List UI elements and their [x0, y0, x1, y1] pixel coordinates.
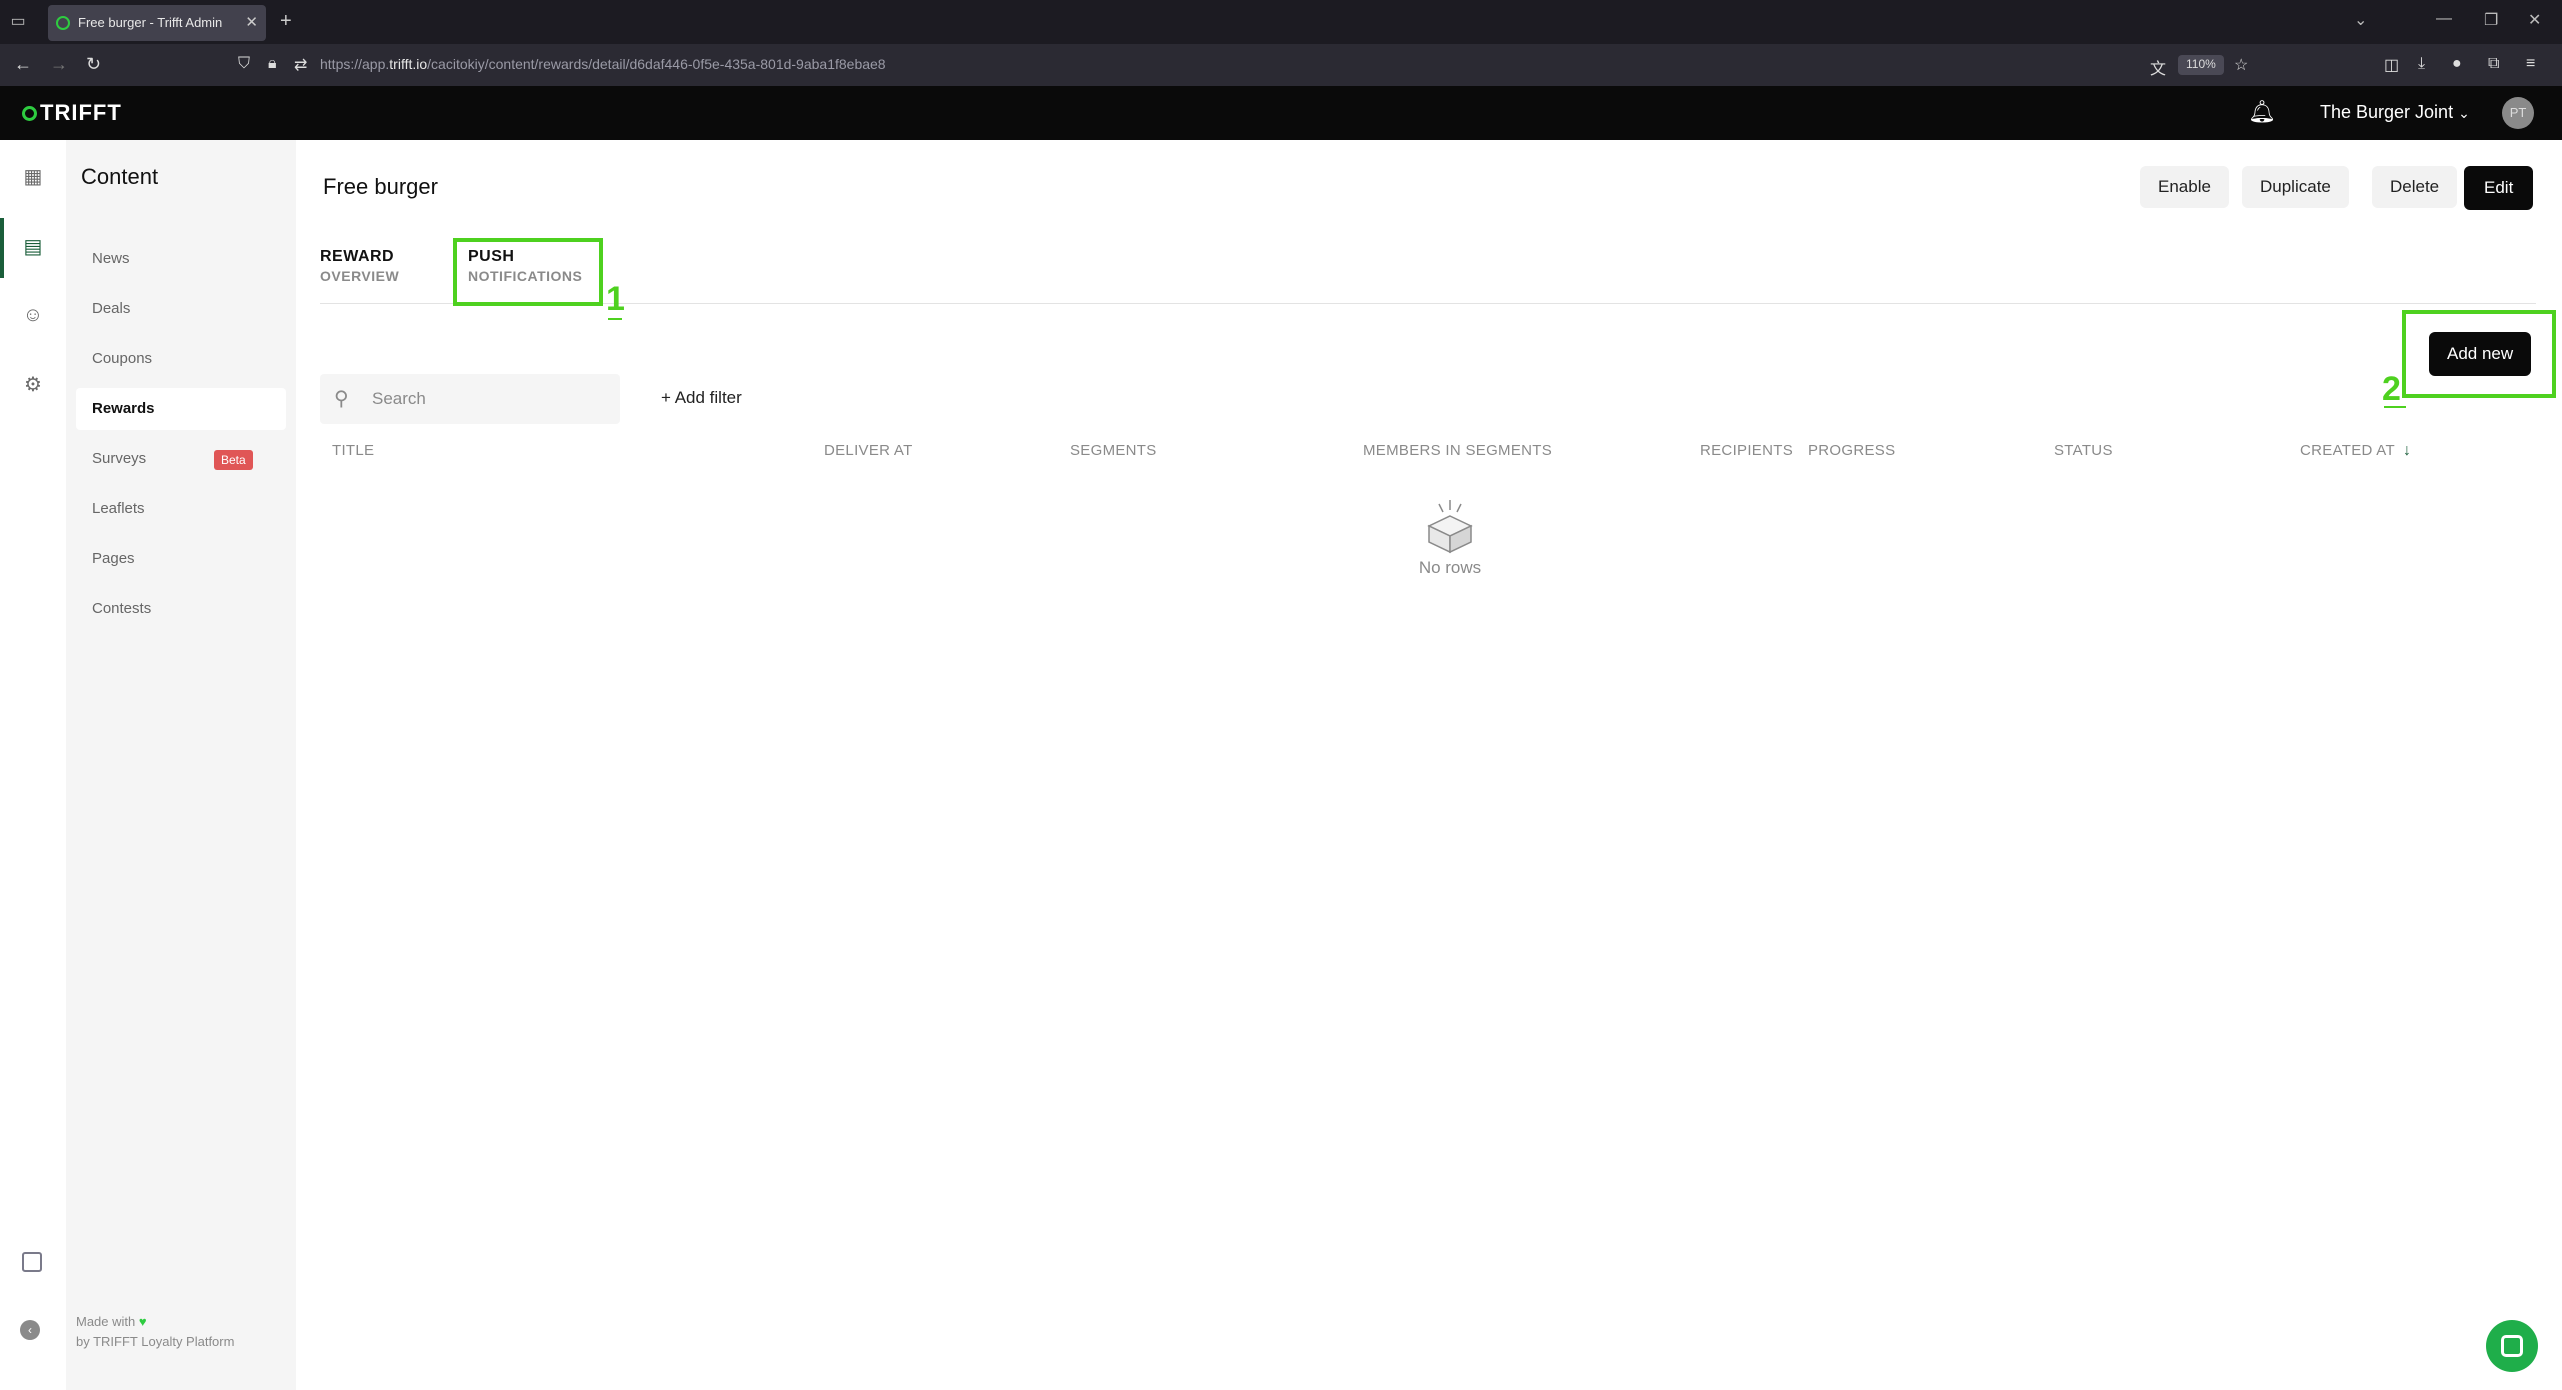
- browser-tab[interactable]: Free burger - Trifft Admin ✕: [48, 5, 266, 41]
- empty-state: No rows: [1390, 498, 1510, 578]
- bell-icon[interactable]: 🔔︎: [2248, 99, 2276, 125]
- tab-reward-overview[interactable]: REWARD OVERVIEW: [320, 248, 399, 284]
- menu-icon[interactable]: ≡: [2526, 55, 2535, 73]
- rail-members[interactable]: ☺: [0, 286, 66, 346]
- column-header-deliver-at[interactable]: DELIVER AT: [824, 442, 913, 459]
- rail-dashboard[interactable]: ▦: [0, 148, 66, 208]
- gear-icon: ⚙: [24, 374, 42, 396]
- back-icon[interactable]: ←: [14, 54, 32, 75]
- chat-launcher-button[interactable]: [2486, 1320, 2538, 1372]
- shield-icon[interactable]: ⛉: [238, 55, 250, 73]
- restore-icon[interactable]: ❐: [2484, 10, 2498, 30]
- sort-down-icon: ↓: [2402, 442, 2412, 459]
- highlight-box-1: [453, 238, 603, 306]
- page-title: Free burger: [323, 174, 438, 199]
- add-filter-button[interactable]: + Add filter: [661, 388, 742, 408]
- close-tab-icon[interactable]: ✕: [245, 13, 258, 31]
- column-header-recipients[interactable]: RECIPIENTS: [1700, 442, 1793, 459]
- empty-state-text: No rows: [1418, 558, 1482, 577]
- sidebar-item-coupons[interactable]: Coupons: [76, 338, 286, 380]
- minimize-icon[interactable]: —: [2436, 10, 2452, 28]
- column-header-title[interactable]: TITLE: [332, 442, 374, 459]
- translate-icon[interactable]: 文: [2150, 55, 2166, 79]
- sidebar-item-deals[interactable]: Deals: [76, 288, 286, 330]
- search-icon: ⚲: [334, 388, 349, 410]
- search-input[interactable]: [372, 384, 602, 414]
- annotation-underline-1: [608, 318, 622, 320]
- empty-box-icon: [1425, 498, 1475, 554]
- edit-button[interactable]: Edit: [2464, 166, 2534, 210]
- column-header-created-at[interactable]: CREATED AT ↓: [2300, 442, 2411, 460]
- made-with-footer: Made with ♥ by TRIFFT Loyalty Platform: [76, 1314, 235, 1349]
- trifft-logo[interactable]: TRIFFT: [22, 100, 122, 126]
- search-box: ⚲: [320, 374, 620, 424]
- annotation-underline-2: [2384, 406, 2406, 408]
- favicon-icon: [56, 16, 70, 30]
- sidebar-item-news[interactable]: News: [76, 238, 286, 280]
- logo-ring-icon: [22, 106, 37, 121]
- reload-icon[interactable]: ↻: [86, 54, 101, 75]
- add-new-button[interactable]: Add new: [2429, 332, 2532, 376]
- icon-rail: ▦ ▤ ☺ ⚙ ‹: [0, 140, 66, 1390]
- delete-button[interactable]: Delete: [2372, 166, 2458, 208]
- annotation-label-1: 1: [606, 280, 625, 318]
- rail-content[interactable]: ▤: [0, 218, 66, 278]
- heart-icon: ♥: [138, 1314, 147, 1329]
- browser-tab-bar: ▭ Free burger - Trifft Admin ✕ + ⌄ — ❐ ✕: [0, 0, 2562, 44]
- sidebar-title: Content: [81, 164, 159, 189]
- browser-nav-bar: ← → ↻ ⛉ 🔒︎ ⇄ https://app.trifft.io/cacit…: [0, 44, 2562, 86]
- sidebar-item-pages[interactable]: Pages: [76, 538, 286, 580]
- tab-title: Free burger - Trifft Admin: [78, 15, 223, 30]
- dashboard-icon: ▦: [23, 166, 43, 188]
- sidebar-item-label: Surveys: [92, 450, 147, 467]
- stats-icon[interactable]: [22, 1252, 42, 1272]
- document-icon: ▤: [23, 236, 43, 258]
- column-header-status[interactable]: STATUS: [2054, 442, 2113, 459]
- close-window-icon[interactable]: ✕: [2528, 10, 2541, 30]
- annotation-label-2: 2: [2382, 370, 2401, 408]
- column-header-members-in-segments[interactable]: MEMBERS IN SEGMENTS: [1363, 442, 1552, 459]
- column-header-segments[interactable]: SEGMENTS: [1070, 442, 1157, 459]
- download-icon[interactable]: ⤓: [2418, 55, 2425, 73]
- sidebar-item-surveys[interactable]: Surveys Beta: [76, 438, 286, 480]
- chat-icon: [2501, 1335, 2523, 1357]
- rail-settings[interactable]: ⚙: [0, 356, 66, 416]
- profile-icon[interactable]: ●: [2452, 55, 2462, 73]
- chevron-down-icon[interactable]: ⌄: [2354, 10, 2367, 30]
- app-header: TRIFFT 🔔︎ The Burger Joint ⌄ PT: [0, 86, 2562, 140]
- tab-list-icon[interactable]: ▭: [8, 12, 28, 32]
- lock-icon[interactable]: 🔒︎: [268, 55, 277, 73]
- address-bar[interactable]: https://app.trifft.io/cacitokiy/content/…: [320, 56, 886, 72]
- enable-button[interactable]: Enable: [2140, 166, 2229, 208]
- smiley-icon: ☺: [22, 304, 44, 326]
- duplicate-button[interactable]: Duplicate: [2242, 166, 2349, 208]
- permissions-icon[interactable]: ⇄: [294, 55, 307, 75]
- sidebar-item-rewards[interactable]: Rewards: [76, 388, 286, 430]
- collapse-icon[interactable]: ‹: [20, 1320, 40, 1340]
- detail-tabs: REWARD OVERVIEW PUSH NOTIFICATIONS: [320, 232, 2536, 304]
- forward-icon[interactable]: →: [50, 54, 68, 75]
- star-icon[interactable]: ☆: [2234, 55, 2248, 75]
- content-sidebar: Content News Deals Coupons Rewards Surve…: [66, 140, 296, 1390]
- avatar[interactable]: PT: [2502, 97, 2534, 129]
- column-header-progress[interactable]: PROGRESS: [1808, 442, 1895, 459]
- org-switcher[interactable]: The Burger Joint ⌄: [2320, 102, 2470, 123]
- beta-badge: Beta: [214, 450, 253, 470]
- sidebar-item-contests[interactable]: Contests: [76, 588, 286, 630]
- sidebar-item-leaflets[interactable]: Leaflets: [76, 488, 286, 530]
- zoom-level[interactable]: 110%: [2178, 55, 2224, 75]
- main-content: Free burger Enable Duplicate Delete Edit…: [296, 140, 2562, 1390]
- extensions-icon[interactable]: ⧉: [2488, 55, 2499, 73]
- new-tab-icon[interactable]: +: [280, 10, 292, 33]
- pocket-icon[interactable]: ◫: [2384, 55, 2399, 75]
- chevron-down-icon: ⌄: [2458, 105, 2470, 121]
